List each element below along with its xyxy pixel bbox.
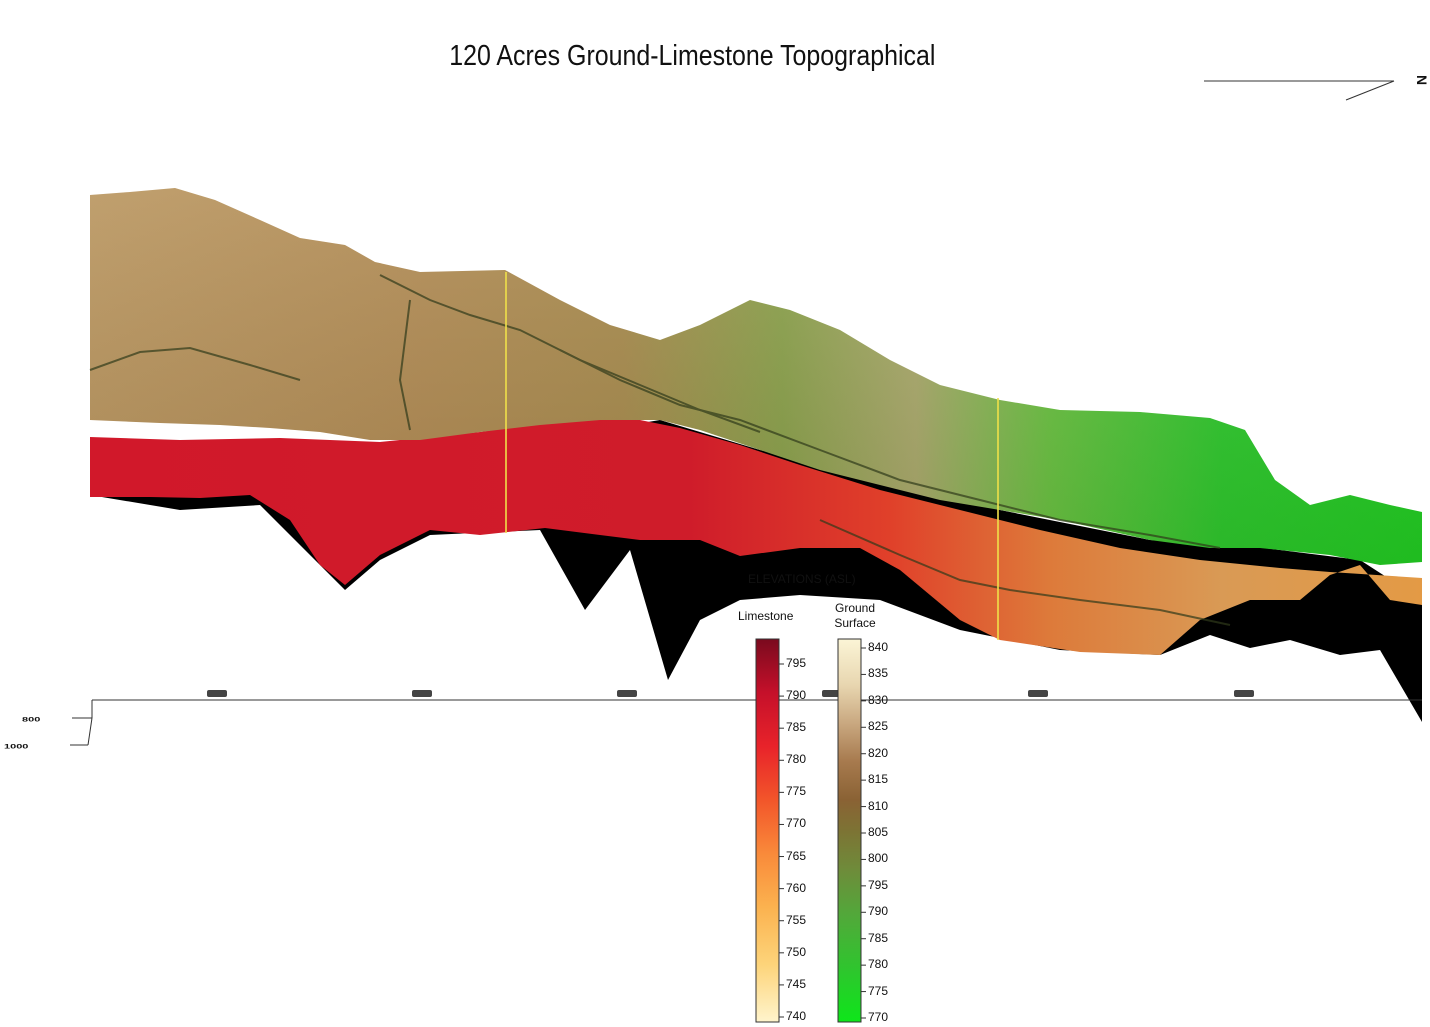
ground-tick-label: 800: [868, 851, 889, 866]
limestone-legend-label: Limestone: [738, 609, 794, 623]
ground-tick-label: 820: [868, 745, 889, 760]
ground-tick-label: 770: [868, 1010, 889, 1024]
axis-marker: [617, 690, 637, 697]
limestone-tick-label: 765: [786, 848, 807, 863]
ground-tick-label: 825: [868, 719, 889, 734]
ground-tick-label: 830: [868, 692, 889, 707]
limestone-tick-label: 795: [786, 656, 807, 670]
ground-tick-marks: [861, 647, 866, 1019]
ground-tick-label: 810: [868, 798, 889, 813]
limestone-tick-label: 750: [786, 944, 807, 959]
ground-tick-label: 795: [868, 877, 889, 892]
ground-label-line1: Ground: [834, 601, 876, 615]
limestone-tick-label: 760: [786, 880, 807, 895]
axis-label-800: 800: [22, 716, 40, 723]
ground-tick-label: 840: [868, 640, 889, 654]
limestone-tick-label: 785: [786, 720, 807, 735]
ground-tick-label: 815: [868, 772, 889, 787]
limestone-tick-label: 780: [786, 752, 807, 767]
axis-marker: [207, 690, 227, 697]
baseline-axis: [70, 699, 1422, 746]
limestone-color-bar: [755, 638, 780, 1023]
limestone-tick-label: 755: [786, 912, 807, 927]
limestone-tick-label: 740: [786, 1009, 807, 1023]
axis-markers: [207, 690, 1254, 697]
ground-tick-label: 780: [868, 957, 889, 972]
ground-label-line2: Surface: [834, 616, 876, 630]
axis-marker: [1234, 690, 1254, 697]
north-label: N: [1414, 75, 1430, 85]
north-arrow-icon: [1204, 80, 1395, 101]
legend-title: ELEVATIONS (ASL): [748, 572, 856, 586]
axis-marker: [1028, 690, 1048, 697]
ground-tick-label: 775: [868, 983, 889, 998]
ground-tick-label: 805: [868, 825, 889, 839]
axis-marker: [412, 690, 432, 697]
topography-scene: N 800 1000: [4, 75, 1430, 1023]
ground-color-bar: [837, 638, 862, 1023]
ground-tick-label: 790: [868, 904, 889, 919]
limestone-tick-label: 790: [786, 688, 807, 703]
ground-legend-label: Ground Surface: [822, 601, 888, 631]
ground-tick-label: 785: [868, 930, 889, 945]
limestone-tick-label: 745: [786, 976, 807, 991]
limestone-tick-label: 775: [786, 784, 807, 799]
limestone-tick-label: 770: [786, 816, 807, 831]
limestone-tick-marks: [779, 663, 784, 1018]
ground-tick-label: 835: [868, 666, 889, 681]
axis-label-1000: 1000: [4, 743, 29, 750]
